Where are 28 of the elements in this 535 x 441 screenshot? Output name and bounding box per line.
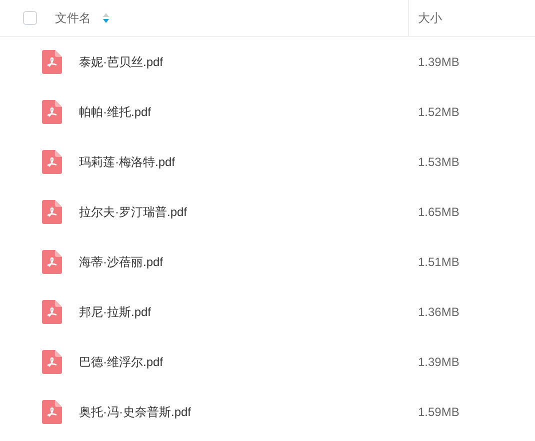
file-size: 1.36MB	[418, 305, 460, 319]
file-name[interactable]: 泰妮·芭贝丝.pdf	[79, 55, 164, 69]
file-size: 1.51MB	[418, 255, 460, 269]
pdf-file-icon	[42, 300, 62, 324]
pdf-file-icon	[42, 350, 62, 374]
file-size: 1.65MB	[418, 205, 460, 219]
file-size: 1.39MB	[418, 355, 460, 369]
file-name[interactable]: 帕帕·维托.pdf	[79, 105, 152, 119]
file-name[interactable]: 巴德·维浮尔.pdf	[79, 355, 164, 369]
pdf-file-icon	[42, 50, 62, 74]
select-all-checkbox[interactable]	[22, 11, 36, 25]
file-size: 1.53MB	[418, 155, 460, 169]
file-name[interactable]: 奥托·冯·史奈普斯.pdf	[79, 405, 192, 419]
file-name[interactable]: 邦尼·拉斯.pdf	[79, 305, 152, 319]
pdf-file-icon	[42, 200, 62, 224]
file-size: 1.39MB	[418, 55, 460, 69]
pdf-file-icon	[42, 400, 62, 424]
column-header[interactable]: 文件名	[55, 9, 91, 27]
pdf-file-icon	[42, 250, 62, 274]
pdf-file-icon	[42, 100, 62, 124]
file-size: 1.52MB	[418, 105, 460, 119]
sort-icon[interactable]	[103, 13, 109, 23]
file-size: 1.59MB	[418, 405, 460, 419]
file-name[interactable]: 玛莉莲·梅洛特.pdf	[79, 155, 176, 169]
pdf-file-icon	[42, 150, 62, 174]
file-name[interactable]: 拉尔夫·罗汀瑞普.pdf	[79, 205, 188, 219]
file-name[interactable]: 海蒂·沙蓓丽.pdf	[79, 255, 164, 269]
column-header[interactable]: 大小	[418, 9, 442, 27]
